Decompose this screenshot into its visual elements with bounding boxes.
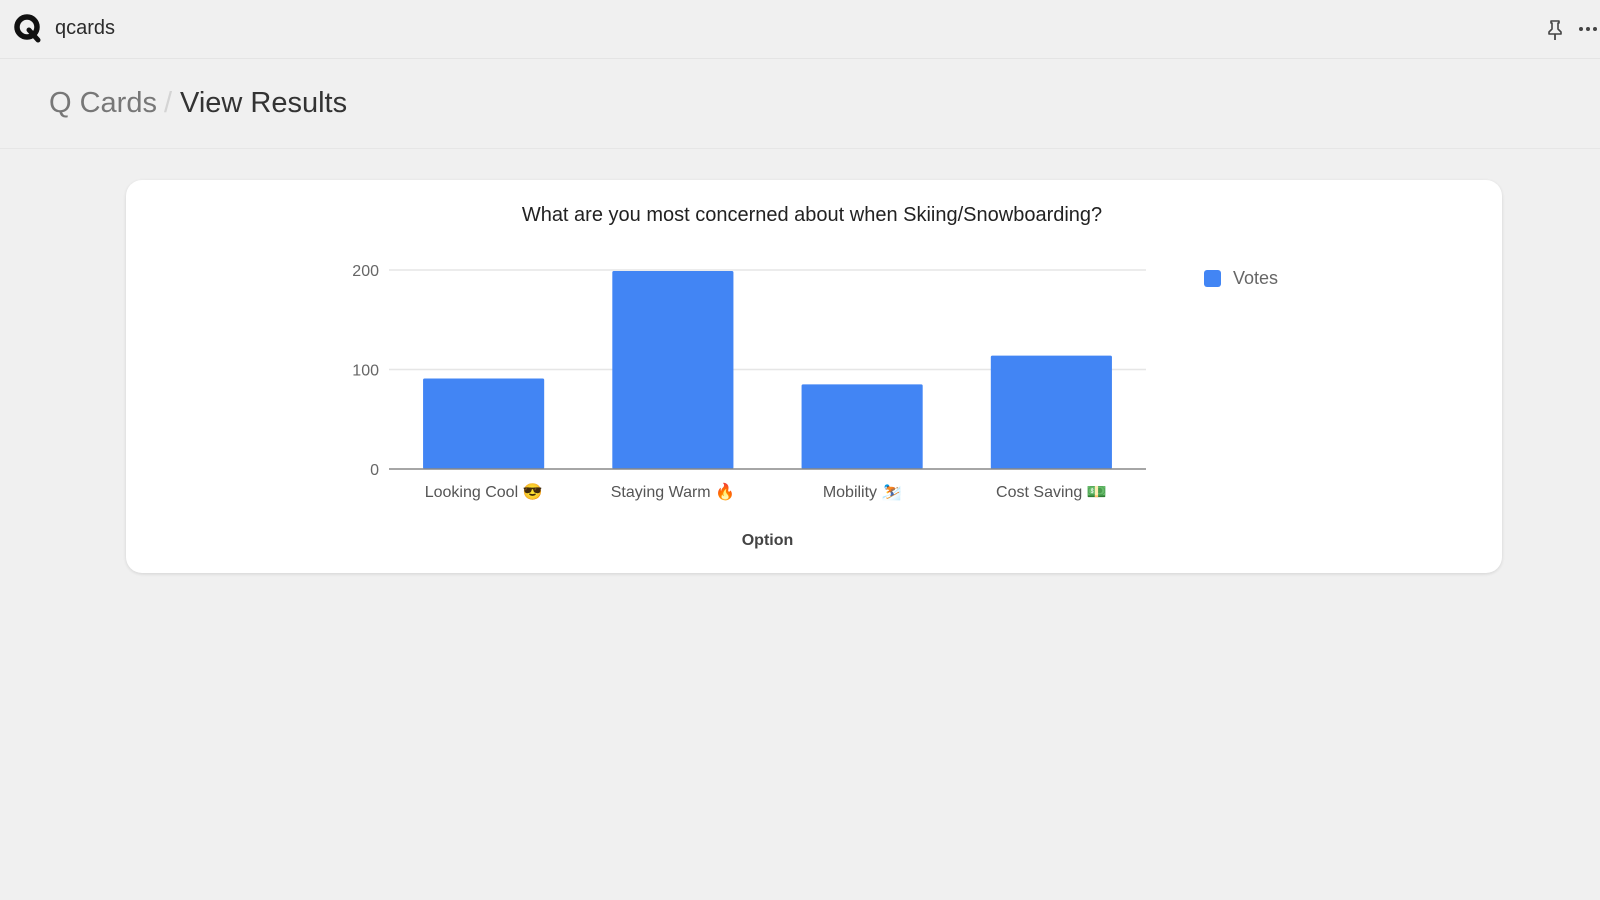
x-tick-label: Cost Saving 💵 [996, 484, 1107, 501]
bar[interactable] [612, 270, 734, 469]
x-tick-label: Mobility ⛷️ [823, 484, 902, 501]
breadcrumb: Q Cards / View Results [0, 60, 1600, 149]
bar[interactable] [801, 384, 923, 469]
x-tick-label: Looking Cool 😎 [425, 483, 543, 501]
y-tick-label: 100 [352, 363, 379, 380]
bar[interactable] [423, 378, 545, 469]
pin-icon[interactable] [1544, 18, 1566, 42]
legend-swatch-votes [1204, 270, 1221, 287]
more-horizontal-icon[interactable] [1578, 18, 1600, 40]
x-axis-label: Option [742, 532, 794, 549]
y-tick-label: 0 [370, 462, 379, 479]
x-tick-label: Staying Warm 🔥 [611, 482, 735, 501]
results-card: What are you most concerned about when S… [126, 180, 1502, 573]
breadcrumb-separator: / [164, 87, 173, 119]
q-logo-icon [14, 14, 41, 43]
bar-chart: 0 100 200 Looking Cool 😎 Staying Warm 🔥 Mobil… [352, 263, 1146, 549]
bar[interactable] [990, 355, 1112, 469]
chart-legend: Votes [1204, 268, 1278, 289]
breadcrumb-root-link[interactable]: Q Cards [49, 87, 157, 120]
top-bar: qcards [0, 0, 1600, 59]
legend-label-votes: Votes [1233, 268, 1279, 288]
app-name: qcards [55, 17, 116, 39]
breadcrumb-current: View Results [180, 87, 348, 119]
y-tick-label: 200 [352, 263, 379, 280]
